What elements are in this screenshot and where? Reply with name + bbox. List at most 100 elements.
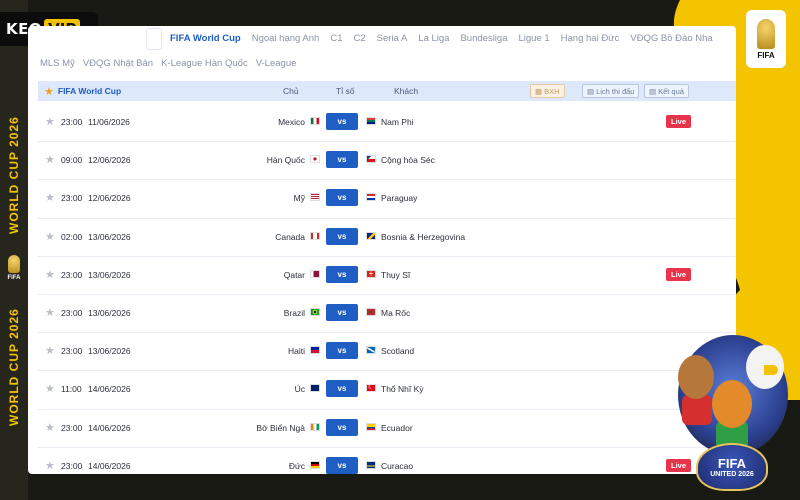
emblem-fifa-text: FIFA (717, 456, 747, 471)
tab-k-league[interactable]: K-League Hàn Quốc (161, 58, 248, 69)
vs-button[interactable]: vs (326, 265, 358, 283)
vs-button[interactable]: vs (326, 303, 358, 321)
favorite-star-icon[interactable]: ★ (45, 115, 55, 128)
home-team[interactable]: Đức (289, 461, 305, 471)
vs-button[interactable]: vs (326, 227, 358, 245)
tab-primeira-liga[interactable]: VĐQG Bồ Đào Nha (630, 33, 712, 44)
away-team[interactable]: Thụy Sĩ (381, 270, 410, 280)
favorite-star-icon[interactable]: ★ (45, 421, 55, 434)
match-row[interactable]: ★ 11:00 14/06/2026 Úc vs ☾ Thổ Nhĩ Kỳ (38, 371, 736, 410)
favorite-star-icon[interactable]: ★ (45, 382, 55, 395)
results-button[interactable]: ▤ Kết quả (644, 84, 689, 98)
favorite-star-icon[interactable]: ★ (45, 230, 55, 243)
match-time: 23:00 (61, 117, 83, 127)
away-team[interactable]: Bosnia & Herzegovina (381, 232, 465, 242)
favorite-star-icon[interactable]: ★ (45, 459, 55, 472)
match-row[interactable]: ★ 23:00 14/06/2026 Đức vs Curacao Live (38, 448, 736, 474)
tab-mls[interactable]: MLS Mỹ (40, 58, 75, 69)
match-date: 13/06/2026 (88, 307, 131, 318)
tab-premier-league[interactable]: Ngoại hạng Anh (252, 33, 320, 44)
star-icon[interactable]: ★ (44, 85, 54, 98)
ivory-coast-flag-icon (310, 422, 320, 431)
morocco-flag-icon (366, 307, 376, 316)
away-column-header: Khách (394, 86, 419, 96)
home-team[interactable]: Úc (295, 384, 305, 394)
match-row[interactable]: ★ 23:00 11/06/2026 Mexico vs Nam Phi Liv… (38, 104, 736, 143)
vs-button[interactable]: vs (326, 418, 358, 436)
away-team[interactable]: Curacao (381, 461, 413, 471)
side-text-top: WORLD CUP 2026 (7, 116, 21, 234)
match-date: 13/06/2026 (88, 269, 131, 280)
match-row[interactable]: ★ 09:00 12/06/2026 Hàn Quốc vs Cộng hòa … (38, 142, 736, 181)
tab-ligue-1[interactable]: Ligue 1 (518, 33, 549, 44)
tab-la-liga[interactable]: La Liga (418, 33, 449, 44)
vs-button[interactable]: vs (326, 113, 358, 130)
turkey-flag-icon: ☾ (366, 384, 376, 393)
tab-c1[interactable]: C1 (330, 33, 342, 44)
vs-button[interactable]: vs (326, 189, 358, 207)
tab-fifa-world-cup[interactable]: FIFA World Cup (170, 33, 241, 44)
tab-2-bundesliga[interactable]: Hạng hai Đức (561, 33, 620, 44)
schedule-button[interactable]: ▤ Lịch thi đấu (582, 84, 640, 98)
side-text-bottom: WORLD CUP 2026 (7, 308, 21, 427)
home-team[interactable]: Mỹ (294, 193, 305, 203)
match-date: 14/06/2026 (88, 460, 131, 471)
schedule-label: Lịch thi đấu (596, 86, 635, 96)
vs-button[interactable]: vs (326, 456, 358, 474)
switzerland-flag-icon: + (366, 269, 376, 278)
standings-button[interactable]: ▦ BXH (530, 84, 565, 98)
czechia-flag-icon (366, 155, 376, 164)
match-row[interactable]: ★ 23:00 12/06/2026 Mỹ vs Paraguay (38, 180, 736, 219)
tab-bundesliga[interactable]: Bundesliga (460, 33, 507, 44)
live-button[interactable]: Live (666, 115, 692, 128)
away-team[interactable]: Ma Rốc (381, 308, 410, 318)
match-row[interactable]: ★ 23:00 13/06/2026 Brazil vs Ma Rốc (38, 295, 736, 334)
results-icon: ▤ (649, 86, 657, 96)
fifa-badge-label: FIFA (757, 50, 775, 60)
south-korea-flag-icon (310, 155, 320, 164)
standings-label: BXH (544, 86, 560, 96)
vs-button[interactable]: vs (326, 342, 358, 360)
usa-flag-icon (310, 193, 320, 202)
away-team[interactable]: Thổ Nhĩ Kỳ (381, 384, 424, 394)
favorite-star-icon[interactable]: ★ (45, 268, 55, 281)
home-team[interactable]: Bờ Biển Ngà (256, 423, 305, 433)
away-team[interactable]: Paraguay (381, 193, 417, 203)
tab-serie-a[interactable]: Seria A (377, 33, 408, 44)
home-team[interactable]: Haiti (288, 346, 305, 356)
emblem-united-text: UNITED 2026 (710, 471, 754, 478)
tab-c2[interactable]: C2 (354, 33, 366, 44)
fifa-united-2026-emblem: FIFA UNITED 2026 (696, 443, 768, 491)
vs-button[interactable]: vs (326, 380, 358, 398)
match-row[interactable]: ★ 23:00 13/06/2026 Qatar vs + Thụy Sĩ Li… (38, 257, 736, 295)
brazil-flag-icon (310, 307, 320, 316)
favorite-star-icon[interactable]: ★ (45, 153, 55, 166)
favorite-star-icon[interactable]: ★ (45, 191, 55, 204)
mini-trophy-icon: FIFA (4, 255, 24, 287)
away-team[interactable]: Cộng hòa Séc (381, 155, 435, 165)
home-team[interactable]: Brazil (284, 308, 305, 318)
home-team[interactable]: Qatar (284, 270, 305, 280)
tab-v-league[interactable]: V-League (256, 58, 297, 69)
vs-button[interactable]: vs (326, 151, 358, 169)
world-cup-mascot-image: FIFA UNITED 2026 (668, 325, 794, 495)
favorite-star-icon[interactable]: ★ (45, 306, 55, 319)
away-team[interactable]: Scotland (381, 346, 414, 356)
home-team[interactable]: Hàn Quốc (267, 155, 305, 165)
home-team[interactable]: Mexico (278, 117, 305, 127)
home-team[interactable]: Canada (275, 232, 305, 242)
live-button[interactable]: Live (666, 267, 692, 281)
favorite-star-icon[interactable]: ★ (45, 344, 55, 357)
curacao-flag-icon (366, 460, 376, 469)
match-row[interactable]: ★ 23:00 14/06/2026 Bờ Biển Ngà vs Ecuado… (38, 410, 736, 448)
trophy-icon (757, 18, 775, 49)
away-team[interactable]: Ecuador (381, 423, 413, 433)
match-date: 12/06/2026 (88, 193, 131, 204)
tab-j-league[interactable]: VĐQG Nhật Bản (83, 58, 153, 69)
league-title: FIFA World Cup (57, 86, 122, 96)
match-time: 09:00 (61, 155, 83, 166)
away-team[interactable]: Nam Phi (381, 117, 414, 127)
match-row[interactable]: ★ 23:00 13/06/2026 Haiti vs Scotland (38, 333, 736, 372)
league-tabs-row1: FIFA World Cup Ngoại hạng Anh C1 C2 Seri… (28, 26, 736, 50)
match-row[interactable]: ★ 02:00 13/06/2026 Canada vs Bosnia & He… (38, 219, 736, 257)
